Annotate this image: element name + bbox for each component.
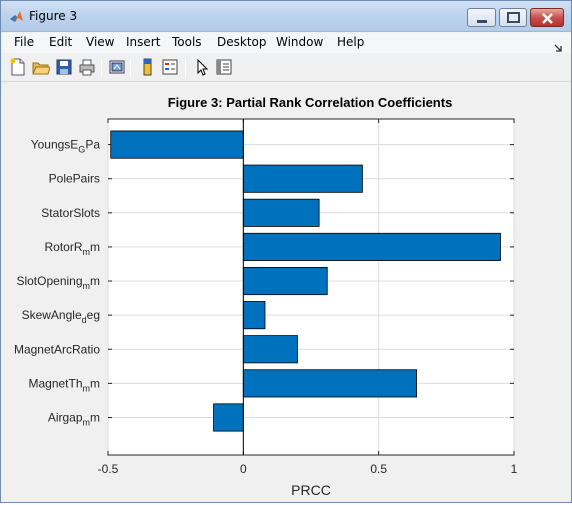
menu-edit[interactable]: Edit [49, 35, 72, 49]
y-tick-label: SkewAngledeg [22, 308, 100, 325]
matlab-logo-icon [9, 9, 24, 24]
bar-magnetarcratio[interactable] [242, 335, 298, 364]
new-figure-icon[interactable] [9, 58, 27, 76]
y-tick-label: Airgapmm [48, 410, 100, 427]
property-inspector-icon[interactable] [215, 58, 233, 76]
close-button[interactable] [530, 8, 564, 27]
toolbar-separator [130, 59, 131, 77]
bar-chart: Figure 3: Partial Rank Correlation Coeff… [14, 95, 518, 498]
bar-statorslots[interactable] [242, 198, 320, 227]
y-tick-label: MagnetThmm [28, 376, 100, 393]
toolbar-separator [101, 59, 102, 77]
x-tick-label: -0.5 [98, 462, 119, 476]
maximize-button[interactable] [499, 8, 527, 27]
y-tick-label: StatorSlots [41, 206, 100, 220]
x-tick-label: 0.5 [370, 462, 387, 476]
print-icon[interactable] [78, 58, 96, 76]
window-title: Figure 3 [29, 9, 78, 23]
menu-desktop[interactable]: Desktop [217, 35, 267, 49]
bar-slotopeningmm[interactable] [242, 266, 328, 296]
bar-magnetthmm[interactable] [242, 369, 417, 398]
title-bar[interactable]: Figure 3 [1, 1, 571, 32]
bar-youngsegpa[interactable] [110, 130, 244, 159]
y-tick-label: RotorRmm [44, 240, 100, 257]
menu-view[interactable]: View [86, 35, 114, 49]
menu-window[interactable]: Window [276, 35, 323, 49]
menu-file[interactable]: File [14, 35, 34, 49]
y-tick-label: YoungsEGPa [31, 138, 101, 155]
link-plot-icon[interactable] [108, 58, 126, 76]
bar-polepairs[interactable] [242, 164, 363, 193]
y-tick-label: MagnetArcRatio [14, 342, 100, 356]
bar-airgapmm[interactable] [213, 403, 244, 432]
save-icon[interactable] [55, 58, 73, 76]
figure-canvas: Figure 3: Partial Rank Correlation Coeff… [5, 85, 567, 500]
x-tick-label: 1 [511, 462, 518, 476]
minimize-button[interactable] [467, 8, 496, 27]
edit-plot-pointer-icon[interactable] [193, 58, 211, 76]
x-tick-label: 0 [240, 462, 247, 476]
toolbar [1, 54, 571, 82]
menu-bar: File Edit View Insert Tools Desktop Wind… [1, 33, 571, 53]
y-tick-label: PolePairs [49, 172, 100, 186]
insert-colorbar-icon[interactable] [139, 58, 157, 76]
chart-title: Figure 3: Partial Rank Correlation Coeff… [168, 95, 453, 110]
x-tick-labels: -0.5 0 0.5 1 [98, 462, 518, 476]
insert-legend-icon[interactable] [161, 58, 179, 76]
toolbar-separator [185, 59, 186, 77]
figure-window: Figure 3 File Edit View Insert Tools Des… [0, 0, 572, 503]
open-file-icon[interactable] [32, 58, 51, 76]
menu-insert[interactable]: Insert [126, 35, 160, 49]
menu-help[interactable]: Help [337, 35, 364, 49]
bar-skewangledeg[interactable] [242, 301, 266, 330]
menu-tools[interactable]: Tools [172, 35, 202, 49]
x-axis-label: PRCC [291, 482, 331, 498]
bar-rotorrmm[interactable] [242, 232, 501, 261]
y-tick-label: SlotOpeningmm [16, 274, 100, 291]
y-tick-labels: YoungsEGPa PolePairs StatorSlots RotorRmm Sl… [14, 138, 100, 428]
